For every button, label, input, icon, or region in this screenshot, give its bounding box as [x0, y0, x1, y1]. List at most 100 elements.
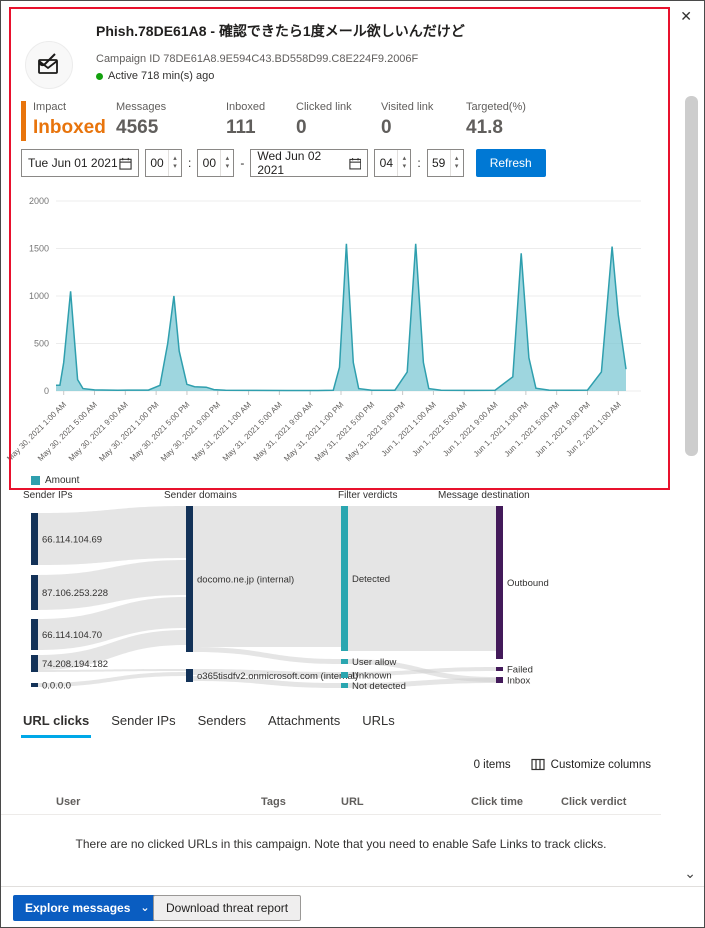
start-date-picker[interactable]: Tue Jun 01 2021	[21, 149, 139, 177]
stat-label: Clicked link	[296, 101, 381, 113]
stat-label: Messages	[116, 101, 226, 113]
spin-down-icon[interactable]: ▾	[221, 163, 233, 171]
sankey-node-unknown	[341, 672, 348, 678]
y-axis-label: 1500	[29, 244, 49, 254]
column-header-url: URL	[341, 796, 471, 808]
sankey-column-header-filter-verdicts: Filter verdicts	[338, 490, 397, 501]
x-axis-label: Jun 2, 2021 1:00 AM	[564, 400, 622, 458]
y-axis-label: 1000	[29, 291, 49, 301]
spin-up-icon[interactable]: ▴	[451, 155, 463, 163]
chevron-down-icon: ⌄	[140, 903, 149, 914]
x-axis-label: May 31, 2021 5:00 AM	[221, 400, 284, 463]
sankey-node-label: Failed	[507, 665, 533, 676]
tab-urls[interactable]: URLs	[360, 711, 397, 738]
refresh-button[interactable]: Refresh	[476, 149, 546, 177]
x-axis-label: May 30, 2021 9:00 PM	[159, 400, 223, 464]
grid-toolbar: 0 items Customize columns	[474, 758, 651, 771]
sankey-headers: Sender IPsSender domainsFilter verdictsM…	[1, 490, 705, 504]
sankey-node-failed	[496, 667, 503, 671]
column-header-user: User	[21, 796, 261, 808]
sankey-node-ip4	[31, 655, 38, 672]
spin-up-icon[interactable]: ▴	[398, 155, 410, 163]
end-minute-value: 59	[428, 150, 450, 176]
sankey-chart: 66.114.104.6987.106.253.22866.114.104.70…	[1, 504, 705, 704]
stat-inboxed: Inboxed111	[226, 101, 296, 139]
sankey-node-notdetected	[341, 683, 348, 688]
stat-impact: Impact Inboxed	[21, 101, 116, 141]
campaign-id: Campaign ID 78DE61A8.9E594C43.BD558D99.C…	[96, 53, 418, 65]
active-status-text: Active 718 min(s) ago	[108, 70, 214, 82]
sankey-node-label: Outbound	[507, 578, 549, 589]
time-separator: :	[188, 156, 191, 170]
sankey-node-outbound	[496, 506, 503, 659]
sankey-node-label: 0.0.0.0	[42, 681, 71, 692]
y-axis-label: 500	[34, 339, 49, 349]
download-threat-report-button[interactable]: Download threat report	[153, 895, 301, 921]
sankey-node-userallow	[341, 659, 348, 664]
stat-visited-link: Visited link0	[381, 101, 466, 139]
calendar-icon	[349, 157, 362, 170]
customize-columns-button[interactable]: Customize columns	[531, 758, 651, 771]
x-axis-label: May 31, 2021 1:00 AM	[190, 400, 253, 463]
x-axis-label: May 30, 2021 1:00 PM	[97, 400, 161, 464]
stat-value: 0	[296, 117, 381, 139]
spin-up-icon[interactable]: ▴	[221, 155, 233, 163]
tab-attachments[interactable]: Attachments	[266, 711, 342, 738]
scroll-down-icon[interactable]: ⌄	[684, 865, 696, 882]
end-date-picker[interactable]: Wed Jun 02 2021	[250, 149, 368, 177]
spin-up-icon[interactable]: ▴	[169, 155, 181, 163]
end-minute-stepper[interactable]: 59 ▴ ▾	[427, 149, 464, 177]
start-hour-stepper[interactable]: 00 ▴ ▾	[145, 149, 182, 177]
campaign-phish-icon	[25, 41, 73, 89]
date-filter-row: Tue Jun 01 2021 00 ▴ ▾ : 00 ▴ ▾ -	[21, 149, 546, 177]
tab-sender-ips[interactable]: Sender IPs	[109, 711, 177, 738]
x-axis-label: Jun 1, 2021 9:00 AM	[441, 400, 499, 458]
stat-clicked-link: Clicked link 0	[296, 101, 381, 139]
range-separator: -	[240, 156, 244, 170]
sankey-node-label: Unknown	[352, 671, 392, 682]
customize-columns-label: Customize columns	[551, 759, 651, 771]
start-minute-stepper[interactable]: 00 ▴ ▾	[197, 149, 234, 177]
spin-down-icon[interactable]: ▾	[451, 163, 463, 171]
x-axis-label: May 30, 2021 1:00 AM	[5, 400, 68, 463]
spin-down-icon[interactable]: ▾	[398, 163, 410, 171]
x-axis-label: Jun 1, 2021 5:00 AM	[410, 400, 468, 458]
tab-senders[interactable]: Senders	[196, 711, 248, 738]
active-dot-icon	[96, 73, 103, 80]
x-axis-label: May 30, 2021 5:00 AM	[36, 400, 99, 463]
legend-swatch-icon	[31, 476, 40, 485]
sankey-node-label: Not detected	[352, 681, 406, 692]
x-axis-label: May 30, 2021 5:00 PM	[128, 400, 192, 464]
sankey-column-header-sender-domains: Sender domains	[164, 490, 237, 501]
sankey-node-label: Inbox	[507, 676, 530, 687]
x-axis-label: May 31, 2021 9:00 PM	[344, 400, 408, 464]
close-icon[interactable]: ✕	[680, 9, 692, 23]
legend-label: Amount	[45, 475, 79, 486]
sankey-node-ip5	[31, 683, 38, 687]
spin-down-icon[interactable]: ▾	[169, 163, 181, 171]
end-date-value: Wed Jun 02 2021	[257, 149, 348, 177]
sankey-node-detected	[341, 506, 348, 651]
scrollbar-thumb[interactable]	[685, 96, 698, 456]
empty-state-message: There are no clicked URLs in this campai…	[1, 837, 681, 851]
stat-messages: Messages4565	[116, 101, 226, 139]
column-header-click-time: Click time	[471, 796, 561, 808]
sankey-column-header-message-destination: Message destination	[438, 490, 530, 501]
stat-targeted: Targeted(%) 41.8	[466, 101, 546, 139]
tab-url-clicks[interactable]: URL clicks	[21, 711, 91, 738]
stat-value: 0	[381, 117, 466, 139]
stat-value: 41.8	[466, 117, 546, 139]
end-hour-stepper[interactable]: 04 ▴ ▾	[374, 149, 411, 177]
table-header: UserTagsURLClick timeClick verdict	[1, 789, 661, 815]
sankey-node-label: 74.208.194.182	[42, 659, 108, 670]
x-axis-label: Jun 1, 2021 1:00 AM	[380, 400, 438, 458]
explore-messages-button[interactable]: Explore messages ⌄	[13, 895, 162, 921]
x-axis-label: May 31, 2021 1:00 PM	[282, 400, 346, 464]
sankey-node-label: 66.114.104.69	[42, 535, 102, 546]
sankey-node-ip3	[31, 619, 38, 650]
stat-label: Targeted(%)	[466, 101, 546, 113]
page-title: Phish.78DE61A8 - 確認できたら1度メール欲しいんだけど	[96, 21, 465, 41]
sankey-node-label: User allow	[352, 657, 396, 668]
sankey-node-o365	[186, 669, 193, 682]
calendar-icon	[119, 157, 132, 170]
